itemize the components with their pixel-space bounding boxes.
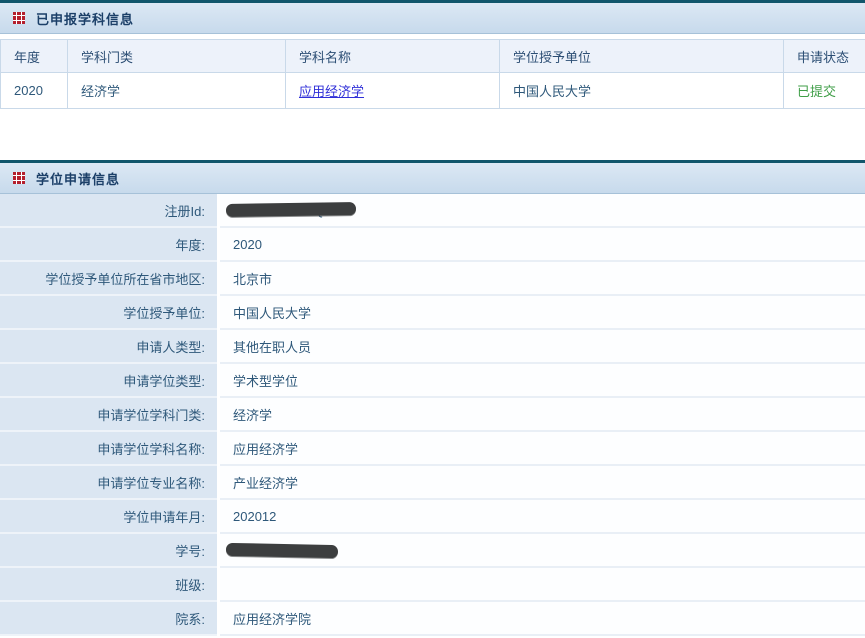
field-label: 年度: xyxy=(0,228,217,262)
field-label: 班级: xyxy=(0,568,217,602)
field-label: 注册Id: xyxy=(0,194,217,228)
field-label: 申请人类型: xyxy=(0,330,217,364)
form-row: 学号: 21142002736 xyxy=(0,534,865,568)
red-grid-icon xyxy=(13,12,25,24)
form-row: 学位授予单位所在省市地区: 北京市 xyxy=(0,262,865,296)
table-header-row: 年度 学科门类 学科名称 学位授予单位 申请状态 xyxy=(1,40,865,73)
field-value: 21142002736 xyxy=(220,534,865,568)
field-label: 申请学位学科门类: xyxy=(0,398,217,432)
subject-name-link[interactable]: 应用经济学 xyxy=(299,84,364,99)
field-value: 202012 xyxy=(220,500,865,534)
field-label: 申请学位类型: xyxy=(0,364,217,398)
form-row: 申请学位专业名称: 产业经济学 xyxy=(0,466,865,500)
declared-subjects-header: 已申报学科信息 xyxy=(0,3,865,34)
field-value: 北京市 xyxy=(220,262,865,296)
col-header-year: 年度 xyxy=(1,40,68,73)
form-row: 注册Id: 202012H59QHY xyxy=(0,194,865,228)
declared-subjects-panel: 已申报学科信息 年度 学科门类 学科名称 学位授予单位 申请状态 2020 经济… xyxy=(0,0,865,109)
degree-application-form: 注册Id: 202012H59QHY 年度: 2020 学位授予单位所在省市地区… xyxy=(0,194,865,636)
field-label: 学位授予单位: xyxy=(0,296,217,330)
red-grid-icon xyxy=(13,172,25,184)
form-row: 申请学位学科门类: 经济学 xyxy=(0,398,865,432)
table-row: 2020 经济学 应用经济学 中国人民大学 已提交 xyxy=(1,73,865,109)
field-value: 应用经济学 xyxy=(220,432,865,466)
form-row: 申请学位学科名称: 应用经济学 xyxy=(0,432,865,466)
field-label: 学号: xyxy=(0,534,217,568)
field-label: 学位授予单位所在省市地区: xyxy=(0,262,217,296)
degree-application-header: 学位申请信息 xyxy=(0,163,865,194)
field-value: 其他在职人员 xyxy=(220,330,865,364)
section-title: 已申报学科信息 xyxy=(36,9,134,28)
field-label: 院系: xyxy=(0,602,217,636)
field-value: 经济学 xyxy=(220,398,865,432)
form-row: 学位授予单位: 中国人民大学 xyxy=(0,296,865,330)
field-value: 学术型学位 xyxy=(220,364,865,398)
redaction-scribble xyxy=(226,542,338,557)
field-value: 应用经济学院 xyxy=(220,602,865,636)
field-label: 申请学位学科名称: xyxy=(0,432,217,466)
field-label: 学位申请年月: xyxy=(0,500,217,534)
form-row: 申请人类型: 其他在职人员 xyxy=(0,330,865,364)
masked-value: 21142002736 xyxy=(233,543,328,558)
field-label: 申请学位专业名称: xyxy=(0,466,217,500)
cell-year: 2020 xyxy=(1,73,68,109)
form-row: 院系: 应用经济学院 xyxy=(0,602,865,636)
form-row: 班级: xyxy=(0,568,865,602)
form-row: 申请学位类型: 学术型学位 xyxy=(0,364,865,398)
redaction-scribble xyxy=(226,202,357,217)
section-title: 学位申请信息 xyxy=(36,169,120,188)
form-row: 学位申请年月: 202012 xyxy=(0,500,865,534)
col-header-subject: 学科名称 xyxy=(286,40,500,73)
cell-university: 中国人民大学 xyxy=(500,73,784,109)
field-value xyxy=(220,568,865,602)
status-badge: 已提交 xyxy=(797,84,836,99)
cell-category: 经济学 xyxy=(68,73,286,109)
col-header-university: 学位授予单位 xyxy=(500,40,784,73)
field-value: 202012H59QHY xyxy=(220,194,865,228)
degree-application-panel: 学位申请信息 注册Id: 202012H59QHY 年度: 2020 学位授予单… xyxy=(0,160,865,636)
masked-value: 202012H59QHY xyxy=(233,203,346,218)
declared-subjects-table: 年度 学科门类 学科名称 学位授予单位 申请状态 2020 经济学 应用经济学 … xyxy=(0,39,865,109)
field-value: 中国人民大学 xyxy=(220,296,865,330)
field-value: 2020 xyxy=(220,228,865,262)
field-value: 产业经济学 xyxy=(220,466,865,500)
form-row: 年度: 2020 xyxy=(0,228,865,262)
col-header-category: 学科门类 xyxy=(68,40,286,73)
col-header-status: 申请状态 xyxy=(784,40,865,73)
